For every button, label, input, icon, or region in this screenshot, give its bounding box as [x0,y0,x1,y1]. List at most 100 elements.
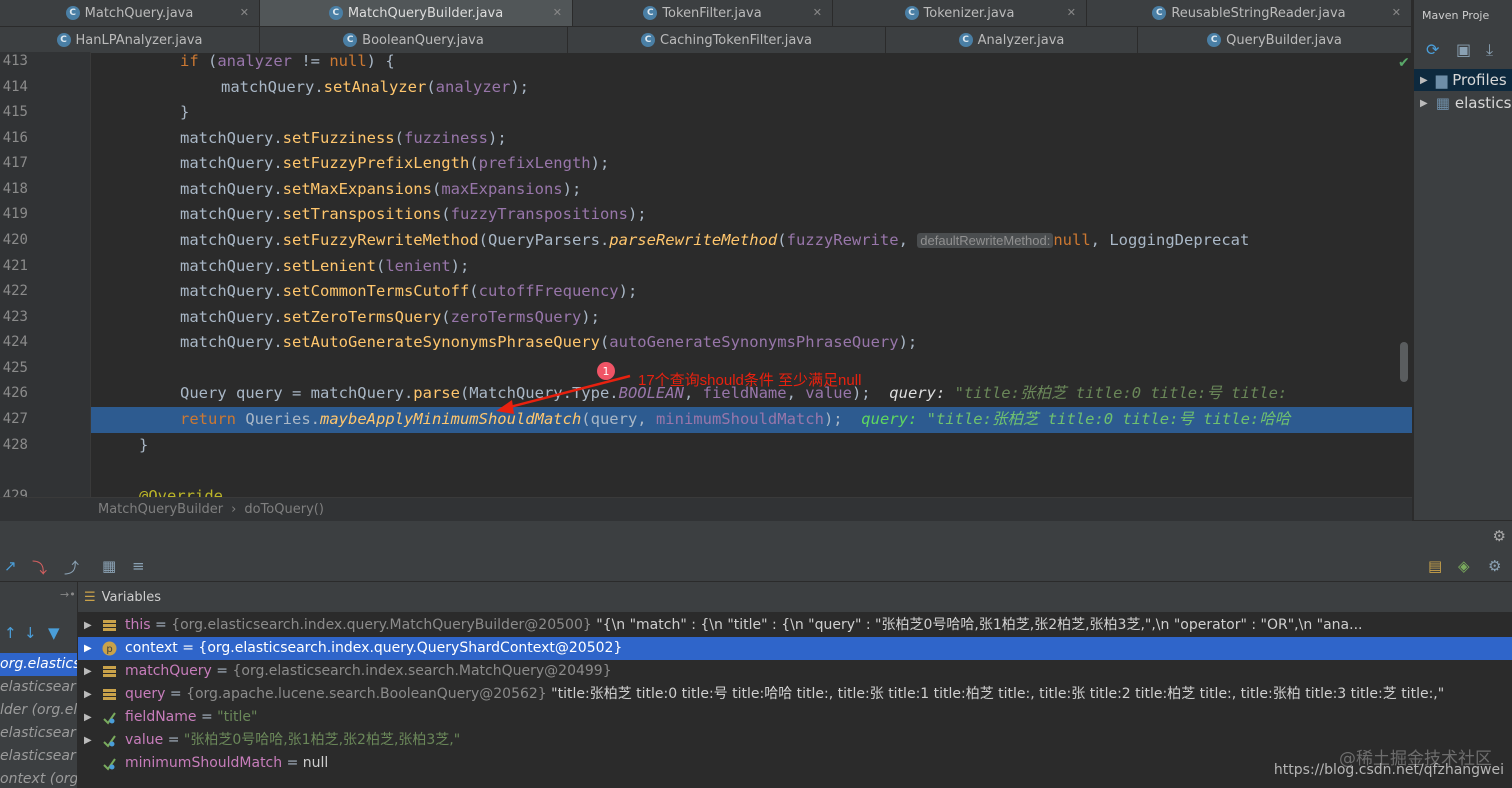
code-line-424: matchQuery.setAutoGenerateSynonymsPhrase… [180,333,918,351]
code-line-428: } [139,436,149,454]
maven-panel-title: Maven Proje [1422,9,1490,22]
tab-hanlpanalyzer[interactable]: C HanLPAnalyzer.java [0,27,260,53]
line-number: 424 [2,334,28,350]
frame-item[interactable]: elasticsear [0,745,77,768]
parameter-hint: defaultRewriteMethod: [917,233,1054,248]
maven-projects-panel: Maven Proje ⟳ ▣ ⤓ ▶ ▆ Profiles ▶ ▦ elastics [1413,0,1512,520]
variable-row-matchquery[interactable]: ▶ matchQuery = {org.elasticsearch.index.… [78,660,1512,683]
code-line-421: matchQuery.setLenient(lenient); [180,257,470,275]
editor-scrollbar[interactable] [1400,342,1408,382]
expand-icon[interactable]: →• [60,588,76,601]
field-icon [103,689,116,700]
settings-icon[interactable]: ⚙ [1488,557,1501,575]
class-icon: C [343,33,358,47]
tab-matchquery[interactable]: C MatchQuery.java ✕ [0,0,260,26]
editor-tabs-row-1: C MatchQuery.java ✕ C MatchQueryBuilder.jav… [0,0,1412,27]
line-number: 428 [2,437,28,453]
close-icon[interactable]: ✕ [813,6,822,19]
code-line-418: matchQuery.setMaxExpansions(maxExpansion… [180,180,582,198]
frame-item[interactable]: ontext (org [0,768,77,788]
line-number: 422 [2,283,28,299]
trace-icon[interactable]: ≡ [132,557,145,575]
line-number: 423 [2,309,28,325]
close-icon[interactable]: ✕ [1392,6,1401,19]
variable-row-fieldname[interactable]: ▶ fieldName = "title" [78,706,1512,729]
tab-analyzer[interactable]: C Analyzer.java [886,27,1138,53]
folder-icon[interactable]: ▣ [1456,40,1471,59]
close-icon[interactable]: ✕ [553,6,562,19]
watch-icon [103,758,116,771]
line-number: 427 [2,411,28,427]
download-icon[interactable]: ⤓ [1486,40,1493,60]
evaluate-icon[interactable]: ▦ [102,557,116,575]
code-line-420: matchQuery.setFuzzyRewriteMethod(QueryPa… [180,231,1250,249]
line-number-gutter: 413 414 415 416 417 418 419 420 421 422 … [0,52,91,497]
code-editor[interactable]: if (analyzer != null) { matchQuery.setAn… [91,52,1412,497]
tab-tokenizer[interactable]: C Tokenizer.java ✕ [833,0,1087,26]
maven-item-profiles[interactable]: ▶ ▆ Profiles [1414,69,1512,91]
step-into-icon[interactable]: ⤵ [32,557,47,578]
class-icon: C [904,6,919,20]
down-arrow-icon[interactable]: ↓ [24,624,37,642]
gear-icon[interactable]: ⚙ [1493,527,1506,545]
svg-text:p: p [106,644,112,655]
code-line-415: } [180,103,190,121]
expand-icon[interactable]: ▶ [84,706,92,729]
frame-item[interactable]: lder (org.el [0,699,77,722]
class-icon: C [1152,6,1167,20]
breadcrumb: MatchQueryBuilder › doToQuery() [0,497,1412,521]
breadcrumb-method[interactable]: doToQuery() [244,502,324,517]
code-line-430: @Override [139,487,223,497]
expand-icon[interactable]: ▶ [84,729,92,752]
annotation-text: 17个查询should条件 至少满足null [638,372,862,389]
close-icon[interactable]: ✕ [240,6,249,19]
variable-row-context[interactable]: ▶ p context = {org.elasticsearch.index.q… [78,637,1512,660]
tab-matchquerybuilder[interactable]: C MatchQueryBuilder.java ✕ [260,0,573,26]
watches-icon[interactable]: ◈ [1458,557,1470,575]
variable-row-this[interactable]: ▶ this = {org.elasticsearch.index.query.… [78,614,1512,637]
close-icon[interactable]: ✕ [1067,6,1076,19]
frames-icon[interactable]: ▤ [1428,557,1442,575]
filter-icon[interactable]: ▼ [48,624,60,642]
expand-icon[interactable]: ▶ [1420,75,1428,86]
code-line-414: matchQuery.setAnalyzer(analyzer); [221,78,529,96]
maven-item-elastics[interactable]: ▶ ▦ elastics [1414,92,1512,114]
expand-icon[interactable]: ▶ [84,637,92,660]
source-url: https://blog.csdn.net/qfzhangwei [1273,762,1504,778]
module-icon: ▦ [1435,94,1450,112]
breadcrumb-class[interactable]: MatchQueryBuilder [98,502,223,517]
tab-tokenfilter[interactable]: C TokenFilter.java ✕ [573,0,833,26]
editor-tabs-row-2: C HanLPAnalyzer.java C BooleanQuery.java C… [0,27,1412,54]
step-out-icon[interactable]: ⤴ [64,557,79,578]
line-number: 421 [2,258,28,274]
line-number: 418 [2,181,28,197]
expand-icon[interactable]: ▶ [84,660,92,683]
frames-panel: ↑ ↓ ▼ →• org.elasticse elasticsear lder … [0,582,78,788]
frame-item[interactable]: elasticsear [0,676,77,699]
debugger-toolbar: ↗ ⤵ ⤴ ▦ ≡ ▤ ◈ ⚙ [0,553,1512,582]
expand-icon[interactable]: ▶ [84,683,92,706]
frame-item[interactable]: elasticsear [0,722,77,745]
class-icon: C [641,33,656,47]
tab-querybuilder[interactable]: C QueryBuilder.java [1138,27,1412,53]
class-icon: C [643,6,658,20]
frame-item[interactable]: org.elasticse [0,653,77,676]
code-line-419: matchQuery.setTranspositions(fuzzyTransp… [180,205,647,223]
expand-icon[interactable]: ▶ [1420,98,1428,109]
tab-reusablestringreader[interactable]: C ReusableStringReader.java ✕ [1087,0,1412,26]
code-line-422: matchQuery.setCommonTermsCutoff(cutoffFr… [180,282,638,300]
expand-icon[interactable]: ▶ [84,614,92,637]
line-number: 417 [2,155,28,171]
step-over-icon[interactable]: ↗ [4,557,17,575]
tab-cachingtokenfilter[interactable]: C CachingTokenFilter.java [568,27,886,53]
variables-icon: ☰ [84,589,96,605]
variable-row-query[interactable]: ▶ query = {org.apache.lucene.search.Bool… [78,683,1512,706]
class-icon: C [1207,33,1222,47]
refresh-icon[interactable]: ⟳ [1426,40,1439,59]
up-arrow-icon[interactable]: ↑ [4,624,17,642]
line-number: 416 [2,130,28,146]
tab-booleanquery[interactable]: C BooleanQuery.java [260,27,568,53]
variable-row-value[interactable]: ▶ value = "张柏芝0号哈哈,张1柏芝,张2柏芝,张柏3芝," [78,729,1512,752]
code-line-413: if (analyzer != null) { [180,52,395,70]
line-number: 429 [2,488,28,497]
